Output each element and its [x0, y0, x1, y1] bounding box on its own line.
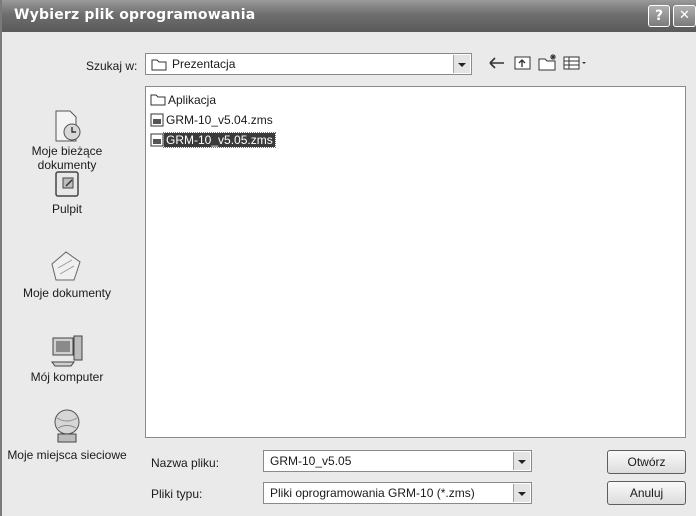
place-desktop[interactable]: Pulpit [6, 168, 128, 216]
list-item[interactable]: Aplikacja [150, 91, 218, 108]
file-open-dialog: Wybierz plik oprogramowania ? ✕ Szukaj w… [0, 0, 696, 516]
new-folder-icon[interactable] [537, 53, 559, 73]
place-recent-documents[interactable]: Moje bieżące dokumenty [6, 108, 128, 172]
filename-input[interactable]: GRM-10_v5.05 [263, 450, 532, 472]
chevron-down-icon[interactable] [453, 55, 470, 73]
chevron-down-icon[interactable] [513, 484, 530, 502]
chevron-down-icon[interactable] [513, 452, 530, 470]
place-my-computer[interactable]: Mój komputer [6, 332, 128, 384]
title-bar: Wybierz plik oprogramowania ? ✕ [2, 0, 696, 32]
help-button[interactable]: ? [648, 5, 670, 27]
my-documents-icon [51, 251, 81, 281]
place-label: Moje miejsca sieciowe [7, 448, 127, 462]
place-label: Moje dokumenty [22, 286, 112, 300]
file-name: GRM-10_v5.05.zms [163, 131, 276, 148]
file-icon [150, 133, 164, 146]
my-computer-icon [51, 335, 83, 367]
network-places-icon [54, 409, 80, 443]
filename-label: Nazwa pliku: [151, 456, 220, 470]
cancel-button[interactable]: Anuluj [607, 481, 686, 505]
place-my-documents[interactable]: Moje dokumenty [6, 248, 128, 300]
list-item[interactable]: GRM-10_v5.04.zms [150, 111, 275, 128]
file-name: Aplikacja [168, 92, 217, 107]
file-list[interactable]: Aplikacja GRM-10_v5.04.zms GRM-10_v5.05.… [145, 86, 686, 438]
lookin-value: Prezentacja [172, 57, 236, 71]
close-button[interactable]: ✕ [673, 5, 696, 27]
lookin-dropdown[interactable]: Prezentacja [145, 53, 472, 75]
place-label: Mój komputer [30, 370, 104, 384]
lookin-label: Szukaj w: [86, 59, 138, 73]
file-icon [150, 113, 164, 126]
place-network[interactable]: Moje miejsca sieciowe [6, 408, 128, 462]
filetype-label: Pliki typu: [151, 487, 203, 501]
file-name: GRM-10_v5.04.zms [166, 112, 273, 127]
window-title: Wybierz plik oprogramowania [14, 7, 256, 23]
up-folder-icon[interactable] [512, 53, 534, 73]
view-menu-icon[interactable] [562, 53, 588, 73]
folder-icon [151, 59, 167, 71]
filename-value: GRM-10_v5.05 [270, 454, 352, 468]
filetype-dropdown[interactable]: Pliki oprogramowania GRM-10 (*.zms) [263, 482, 532, 504]
folder-icon [150, 94, 166, 106]
desktop-icon [55, 171, 79, 197]
back-arrow-icon[interactable] [486, 53, 508, 73]
places-bar: Moje bieżące dokumenty Pulpit Moje dokum… [6, 82, 128, 510]
list-item-selected[interactable]: GRM-10_v5.05.zms [150, 131, 276, 148]
place-label: Pulpit [51, 202, 83, 216]
open-button[interactable]: Otwórz [607, 450, 686, 474]
filetype-value: Pliki oprogramowania GRM-10 (*.zms) [270, 486, 475, 500]
recent-documents-icon [55, 110, 81, 142]
